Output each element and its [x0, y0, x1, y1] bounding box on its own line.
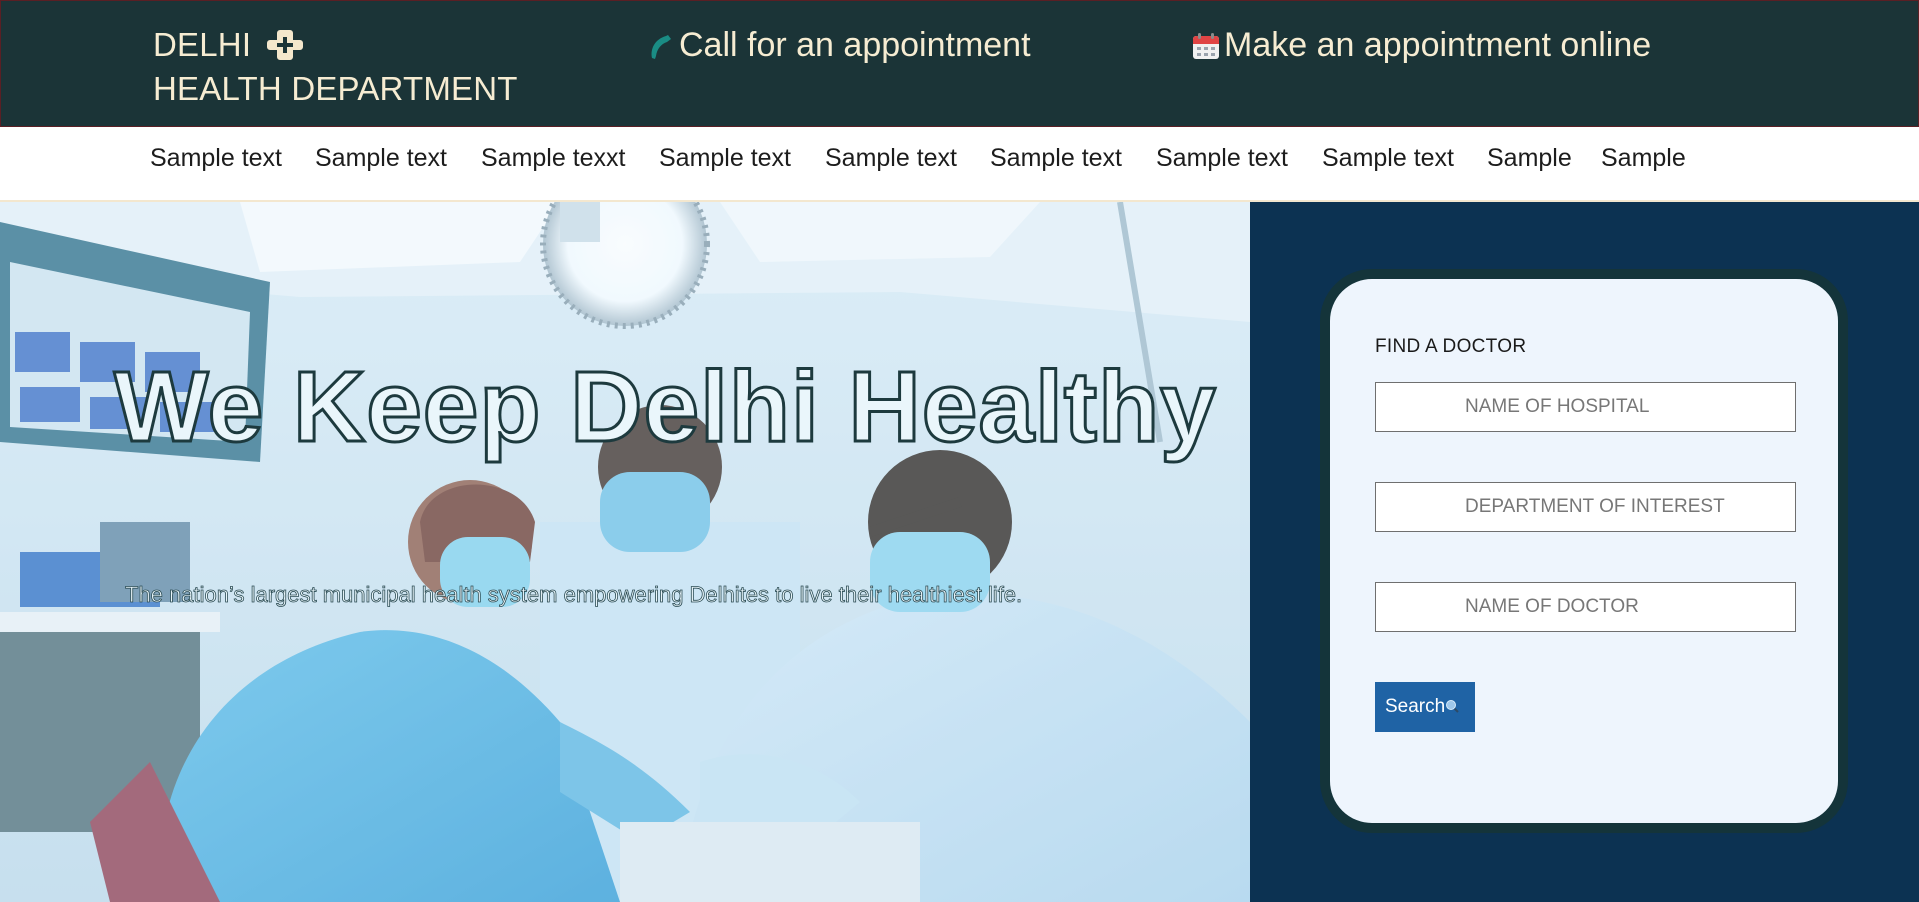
hero-title: We Keep Delhi Healthy — [113, 351, 1218, 464]
department-input[interactable] — [1375, 482, 1796, 532]
hero-banner: We Keep Delhi Healthy The nation’s large… — [0, 202, 1250, 902]
call-appointment-link[interactable]: Call for an appointment — [646, 25, 1031, 65]
call-appointment-label: Call for an appointment — [679, 26, 1031, 64]
calendar-icon — [1193, 33, 1219, 59]
nav-item-6[interactable]: Sample text — [990, 141, 1122, 175]
magnifier-icon — [1446, 700, 1459, 713]
medical-cross-icon — [266, 30, 303, 60]
brand-line-1: DELHI — [153, 23, 518, 67]
search-button[interactable]: Search — [1375, 682, 1475, 732]
search-button-label: Search — [1385, 696, 1446, 717]
nav-item-9[interactable]: Sample — [1487, 141, 1572, 175]
nav-item-2[interactable]: Sample text — [315, 141, 447, 175]
find-doctor-card: FIND A DOCTOR Search — [1320, 269, 1848, 833]
doctor-name-input[interactable] — [1375, 582, 1796, 632]
brand-logo[interactable]: DELHI HEALTH DEPARTMENT — [153, 23, 518, 111]
brand-name-delhi: DELHI — [153, 26, 252, 63]
hero-subtitle: The nation’s largest municipal health sy… — [125, 582, 1023, 608]
hero-surgery-image — [0, 202, 1250, 902]
nav-item-7[interactable]: Sample text — [1156, 141, 1288, 175]
nav-item-4[interactable]: Sample text — [659, 141, 791, 175]
top-header: DELHI HEALTH DEPARTMENT Call for an appo… — [0, 0, 1919, 127]
nav-item-10[interactable]: Sample — [1601, 141, 1686, 175]
nav-item-3[interactable]: Sample texxt — [481, 141, 626, 175]
phone-icon — [651, 35, 671, 59]
find-doctor-title: FIND A DOCTOR — [1375, 336, 1527, 357]
online-appointment-label: Make an appointment online — [1224, 26, 1652, 64]
brand-name-department: HEALTH DEPARTMENT — [153, 70, 518, 107]
online-appointment-link[interactable]: Make an appointment online — [1191, 25, 1651, 65]
find-doctor-panel: FIND A DOCTOR Search — [1250, 202, 1919, 902]
nav-item-5[interactable]: Sample text — [825, 141, 957, 175]
nav-item-1[interactable]: Sample text — [150, 141, 282, 175]
main-nav: Sample text Sample text Sample texxt Sam… — [0, 127, 1919, 202]
hospital-name-input[interactable] — [1375, 382, 1796, 432]
nav-item-8[interactable]: Sample text — [1322, 141, 1454, 175]
